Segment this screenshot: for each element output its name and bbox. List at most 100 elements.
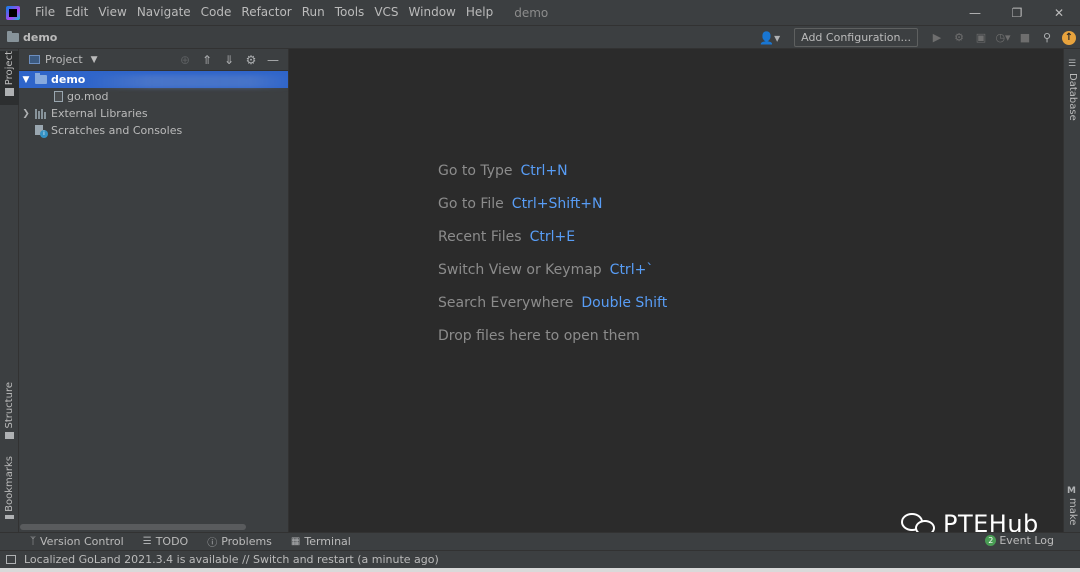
gear-icon[interactable]: ⚙: [240, 53, 262, 67]
menu-navigate[interactable]: Navigate: [132, 0, 196, 25]
file-icon: [54, 91, 63, 102]
tree-node-scratches[interactable]: i Scratches and Consoles: [19, 122, 288, 139]
navigation-bar: demo 👤▾ Add Configuration... ▶ ⚙ ▣ ◷▾ ■ …: [0, 25, 1080, 49]
right-tool-strip: Database ☰ M make: [1063, 49, 1080, 532]
user-account-icon[interactable]: 👤▾: [759, 31, 780, 45]
tool-tab-label: Terminal: [304, 535, 351, 548]
menu-window[interactable]: Window: [404, 0, 461, 25]
tool-tab-project-label: Project: [4, 51, 15, 86]
chevron-right-icon[interactable]: ❯: [21, 109, 31, 119]
hide-icon[interactable]: —: [262, 53, 284, 67]
hint-recent-files: Recent Files Ctrl+E: [438, 220, 667, 253]
hint-text: Switch View or Keymap: [438, 261, 602, 278]
hint-switch-view: Switch View or Keymap Ctrl+`: [438, 253, 667, 286]
profile-icon[interactable]: ◷▾: [993, 28, 1013, 48]
hint-drop-files: Drop files here to open them: [438, 319, 667, 352]
tree-node-label: go.mod: [67, 90, 109, 103]
tool-tab-label: TODO: [155, 535, 189, 548]
tool-tab-label: Event Log: [999, 534, 1054, 547]
hint-shortcut: Ctrl+N: [520, 162, 568, 179]
terminal-icon: ▦: [290, 536, 301, 547]
goland-logo-icon: [6, 5, 20, 20]
search-icon[interactable]: ⚲: [1037, 28, 1057, 48]
tool-tab-project[interactable]: Project: [0, 51, 19, 105]
chevron-down-icon[interactable]: ▼: [91, 55, 98, 65]
empty-editor-hints: Go to Type Ctrl+N Go to File Ctrl+Shift+…: [438, 154, 667, 352]
chevron-down-icon[interactable]: ▼: [21, 75, 31, 85]
hint-go-to-file: Go to File Ctrl+Shift+N: [438, 187, 667, 220]
hint-search-everywhere: Search Everywhere Double Shift: [438, 286, 667, 319]
breadcrumb[interactable]: demo: [23, 31, 57, 44]
tool-tab-database[interactable]: Database ☰: [1064, 53, 1080, 121]
info-icon: ⓘ: [207, 538, 218, 549]
update-icon[interactable]: ↑: [1062, 30, 1076, 45]
status-bar: Localized GoLand 2021.3.4 is available /…: [0, 550, 1080, 568]
locate-icon[interactable]: ⊕: [174, 53, 196, 67]
tool-windows-toggle-icon[interactable]: [6, 555, 16, 564]
collapse-all-icon[interactable]: ⇓: [218, 53, 240, 67]
make-icon: M: [1067, 486, 1076, 496]
menu-tools[interactable]: Tools: [330, 0, 370, 25]
add-configuration-button[interactable]: Add Configuration...: [794, 28, 918, 47]
project-tree: ▼ demo go.mod ❯ External Libraries i Scr…: [19, 71, 292, 139]
tree-node-go-mod[interactable]: go.mod: [19, 88, 288, 105]
tool-tab-make[interactable]: M make: [1064, 484, 1080, 525]
run-toolbar: 👤▾ Add Configuration... ▶ ⚙ ▣ ◷▾ ■ ⚲ ↑: [759, 26, 1080, 49]
project-tool-window: Project ▼ ⊕ ⇑ ⇓ ⚙ — ▼ demo go.mod ❯ Exte…: [19, 49, 292, 532]
editor-area[interactable]: Go to Type Ctrl+N Go to File Ctrl+Shift+…: [289, 49, 1063, 532]
menu-code[interactable]: Code: [196, 0, 237, 25]
tool-tab-label: Problems: [221, 535, 272, 548]
menu-vcs[interactable]: VCS: [369, 0, 403, 25]
hint-shortcut: Ctrl+Shift+N: [511, 195, 603, 212]
redaction-smudge: [87, 75, 292, 88]
project-folder-icon: [5, 88, 14, 97]
library-icon: [35, 108, 47, 119]
menu-view[interactable]: View: [93, 0, 131, 25]
tool-tab-event-log[interactable]: 2 Event Log: [985, 534, 1054, 547]
tree-node-external-libraries[interactable]: ❯ External Libraries: [19, 105, 288, 122]
scratch-icon: i: [35, 124, 48, 138]
hint-text: Drop files here to open them: [438, 327, 640, 344]
menu-edit[interactable]: Edit: [60, 0, 93, 25]
tool-tab-terminal[interactable]: ▦ Terminal: [291, 535, 351, 548]
structure-icon: [5, 431, 14, 439]
status-message[interactable]: Localized GoLand 2021.3.4 is available /…: [24, 553, 439, 566]
tool-tab-structure-label: Structure: [4, 382, 15, 429]
expand-all-icon[interactable]: ⇑: [196, 53, 218, 67]
run-icon[interactable]: ▶: [927, 28, 947, 48]
tool-tab-database-label: Database: [1067, 73, 1078, 121]
menu-help[interactable]: Help: [461, 0, 498, 25]
hint-shortcut: Ctrl+E: [529, 228, 576, 245]
debug-icon[interactable]: ⚙: [949, 28, 969, 48]
restore-icon[interactable]: ❐: [996, 0, 1038, 25]
tool-tab-todo[interactable]: ☰ TODO: [143, 535, 188, 548]
tool-tab-bookmarks-label: Bookmarks: [4, 456, 15, 512]
project-view-icon: [29, 55, 40, 64]
menu-refactor[interactable]: Refactor: [236, 0, 296, 25]
event-count-badge: 2: [985, 535, 997, 546]
tool-tab-bookmarks[interactable]: Bookmarks: [0, 456, 19, 522]
bottom-tool-bar: ᛉ Version Control ☰ TODO ⓘ Problems ▦ Te…: [0, 532, 1080, 550]
tool-tab-structure[interactable]: Structure: [0, 382, 19, 442]
tree-node-label: demo: [51, 73, 86, 86]
tree-node-label: Scratches and Consoles: [51, 124, 183, 137]
tool-tab-problems[interactable]: ⓘ Problems: [207, 534, 272, 549]
stop-icon[interactable]: ■: [1015, 28, 1035, 48]
window-controls: — ❐ ✕: [954, 0, 1080, 25]
menu-run[interactable]: Run: [297, 0, 330, 25]
minimize-icon[interactable]: —: [954, 0, 996, 25]
tool-tab-label: Version Control: [40, 535, 124, 548]
hint-shortcut: Double Shift: [581, 294, 668, 311]
horizontal-scrollbar[interactable]: [20, 524, 246, 530]
title-bar: File Edit View Navigate Code Refactor Ru…: [0, 0, 1080, 25]
window-bottom-edge: [0, 568, 1080, 572]
tool-tab-version-control[interactable]: ᛉ Version Control: [30, 535, 124, 548]
close-icon[interactable]: ✕: [1038, 0, 1080, 25]
menu-file[interactable]: File: [30, 0, 60, 25]
coverage-icon[interactable]: ▣: [971, 28, 991, 48]
folder-icon: [7, 30, 19, 42]
project-view-selector[interactable]: Project: [45, 53, 83, 66]
hint-shortcut: Ctrl+`: [609, 261, 654, 278]
hint-go-to-type: Go to Type Ctrl+N: [438, 154, 667, 187]
hint-text: Recent Files: [438, 228, 522, 245]
